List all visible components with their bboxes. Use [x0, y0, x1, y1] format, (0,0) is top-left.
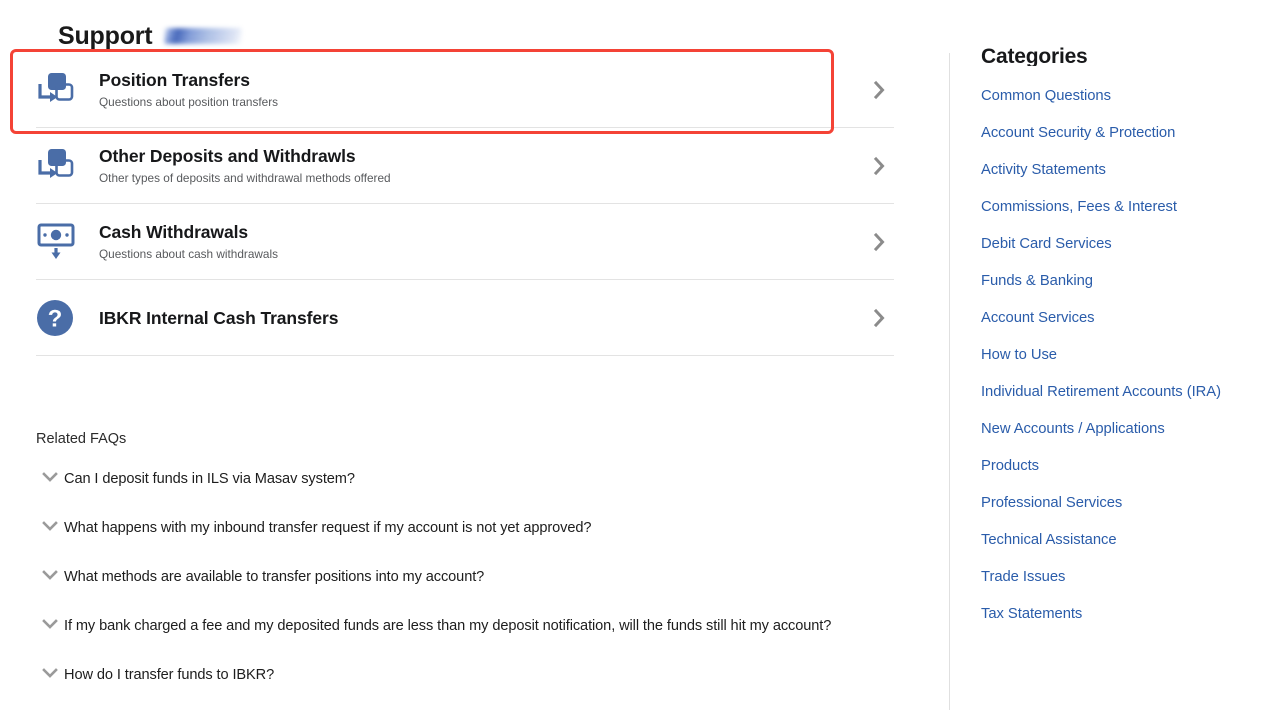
- related-faqs-section: Related FAQs Can I deposit funds in ILS …: [36, 430, 936, 710]
- sidebar-item-debit-card-services[interactable]: Debit Card Services: [981, 235, 1275, 253]
- chevron-down-icon[interactable]: [36, 616, 64, 630]
- topic-title: Other Deposits and Withdrawls: [99, 145, 864, 167]
- topic-text: Other Deposits and Withdrawls Other type…: [99, 145, 864, 186]
- topic-row[interactable]: Position Transfers Questions about posit…: [36, 52, 894, 128]
- list-item: Commissions, Fees & Interest: [981, 198, 1275, 216]
- sidebar-item-account-security-protection[interactable]: Account Security & Protection: [981, 124, 1275, 142]
- sidebar-item-funds-banking[interactable]: Funds & Banking: [981, 272, 1275, 290]
- topic-text: Cash Withdrawals Questions about cash wi…: [99, 221, 864, 262]
- chevron-down-icon[interactable]: [36, 518, 64, 532]
- chevron-right-icon[interactable]: [864, 80, 894, 100]
- cash-withdrawal-icon: [36, 222, 82, 262]
- sidebar-item-tax-statements[interactable]: Tax Statements: [981, 605, 1275, 623]
- svg-text:?: ?: [48, 305, 63, 332]
- list-item: Debit Card Services: [981, 235, 1275, 253]
- list-item: Activity Statements: [981, 161, 1275, 179]
- topic-title: Cash Withdrawals: [99, 221, 864, 243]
- sidebar-item-how-to-use[interactable]: How to Use: [981, 346, 1275, 364]
- categories-sidebar: Categories Common Questions Account Secu…: [981, 44, 1275, 642]
- faq-list: Can I deposit funds in ILS via Masav sys…: [36, 469, 936, 710]
- chevron-down-icon[interactable]: [36, 567, 64, 581]
- topic-title: IBKR Internal Cash Transfers: [99, 307, 864, 329]
- categories-heading: Categories: [981, 44, 1275, 66]
- topic-row[interactable]: Other Deposits and Withdrawls Other type…: [36, 128, 894, 204]
- topic-text: Position Transfers Questions about posit…: [99, 69, 864, 110]
- sidebar-item-individual-retirement-accounts[interactable]: Individual Retirement Accounts (IRA): [981, 383, 1275, 401]
- sidebar-item-new-accounts-applications[interactable]: New Accounts / Applications: [981, 420, 1275, 438]
- list-item: Funds & Banking: [981, 272, 1275, 290]
- list-item: Account Services: [981, 309, 1275, 327]
- topic-subtitle: Other types of deposits and withdrawal m…: [99, 170, 864, 186]
- main-content: Position Transfers Questions about posit…: [0, 52, 930, 710]
- question-mark-icon: ?: [36, 298, 82, 338]
- faq-question: What methods are available to transfer p…: [64, 567, 484, 587]
- faq-item[interactable]: If my bank charged a fee and my deposite…: [36, 616, 936, 665]
- list-item: Tax Statements: [981, 605, 1275, 623]
- position-transfer-icon: [36, 146, 82, 186]
- sidebar-item-account-services[interactable]: Account Services: [981, 309, 1275, 327]
- topic-row[interactable]: ? IBKR Internal Cash Transfers: [36, 280, 894, 356]
- list-item: Technical Assistance: [981, 531, 1275, 549]
- sidebar-item-trade-issues[interactable]: Trade Issues: [981, 568, 1275, 586]
- faq-question: What happens with my inbound transfer re…: [64, 518, 591, 538]
- sidebar-divider: [949, 53, 950, 710]
- list-item: Professional Services: [981, 494, 1275, 512]
- faq-item[interactable]: What happens with my inbound transfer re…: [36, 518, 936, 567]
- faq-question: If my bank charged a fee and my deposite…: [64, 616, 831, 636]
- page-title: Support: [58, 21, 152, 51]
- faq-question: How do I transfer funds to IBKR?: [64, 665, 274, 685]
- categories-list: Common Questions Account Security & Prot…: [981, 87, 1275, 623]
- topic-text: IBKR Internal Cash Transfers: [99, 307, 864, 329]
- topic-row[interactable]: Cash Withdrawals Questions about cash wi…: [36, 204, 894, 280]
- support-page: Support Position Transfers Questions abo…: [0, 0, 1275, 710]
- chevron-down-icon[interactable]: [36, 469, 64, 483]
- faq-item[interactable]: What methods are available to transfer p…: [36, 567, 936, 616]
- sidebar-item-products[interactable]: Products: [981, 457, 1275, 475]
- list-item: New Accounts / Applications: [981, 420, 1275, 438]
- sidebar-item-technical-assistance[interactable]: Technical Assistance: [981, 531, 1275, 549]
- page-header: Support: [58, 18, 242, 54]
- list-item: Account Security & Protection: [981, 124, 1275, 142]
- list-item: How to Use: [981, 346, 1275, 364]
- chevron-right-icon[interactable]: [864, 156, 894, 176]
- faq-item[interactable]: Can I deposit funds in ILS via Masav sys…: [36, 469, 936, 518]
- topic-list: Position Transfers Questions about posit…: [0, 52, 930, 356]
- sidebar-item-professional-services[interactable]: Professional Services: [981, 494, 1275, 512]
- redacted-logo: [164, 28, 242, 44]
- list-item: Products: [981, 457, 1275, 475]
- chevron-down-icon[interactable]: [36, 665, 64, 679]
- faq-question: Can I deposit funds in ILS via Masav sys…: [64, 469, 355, 489]
- topic-subtitle: Questions about position transfers: [99, 94, 864, 110]
- position-transfer-icon: [36, 70, 82, 110]
- chevron-right-icon[interactable]: [864, 308, 894, 328]
- sidebar-item-activity-statements[interactable]: Activity Statements: [981, 161, 1275, 179]
- list-item: Trade Issues: [981, 568, 1275, 586]
- list-item: Common Questions: [981, 87, 1275, 105]
- related-faqs-heading: Related FAQs: [36, 430, 936, 448]
- faq-item[interactable]: How do I transfer funds to IBKR?: [36, 665, 936, 710]
- sidebar-item-common-questions[interactable]: Common Questions: [981, 87, 1275, 105]
- chevron-right-icon[interactable]: [864, 232, 894, 252]
- list-item: Individual Retirement Accounts (IRA): [981, 383, 1275, 401]
- sidebar-item-commissions-fees-interest[interactable]: Commissions, Fees & Interest: [981, 198, 1275, 216]
- topic-title: Position Transfers: [99, 69, 864, 91]
- topic-subtitle: Questions about cash withdrawals: [99, 246, 864, 262]
